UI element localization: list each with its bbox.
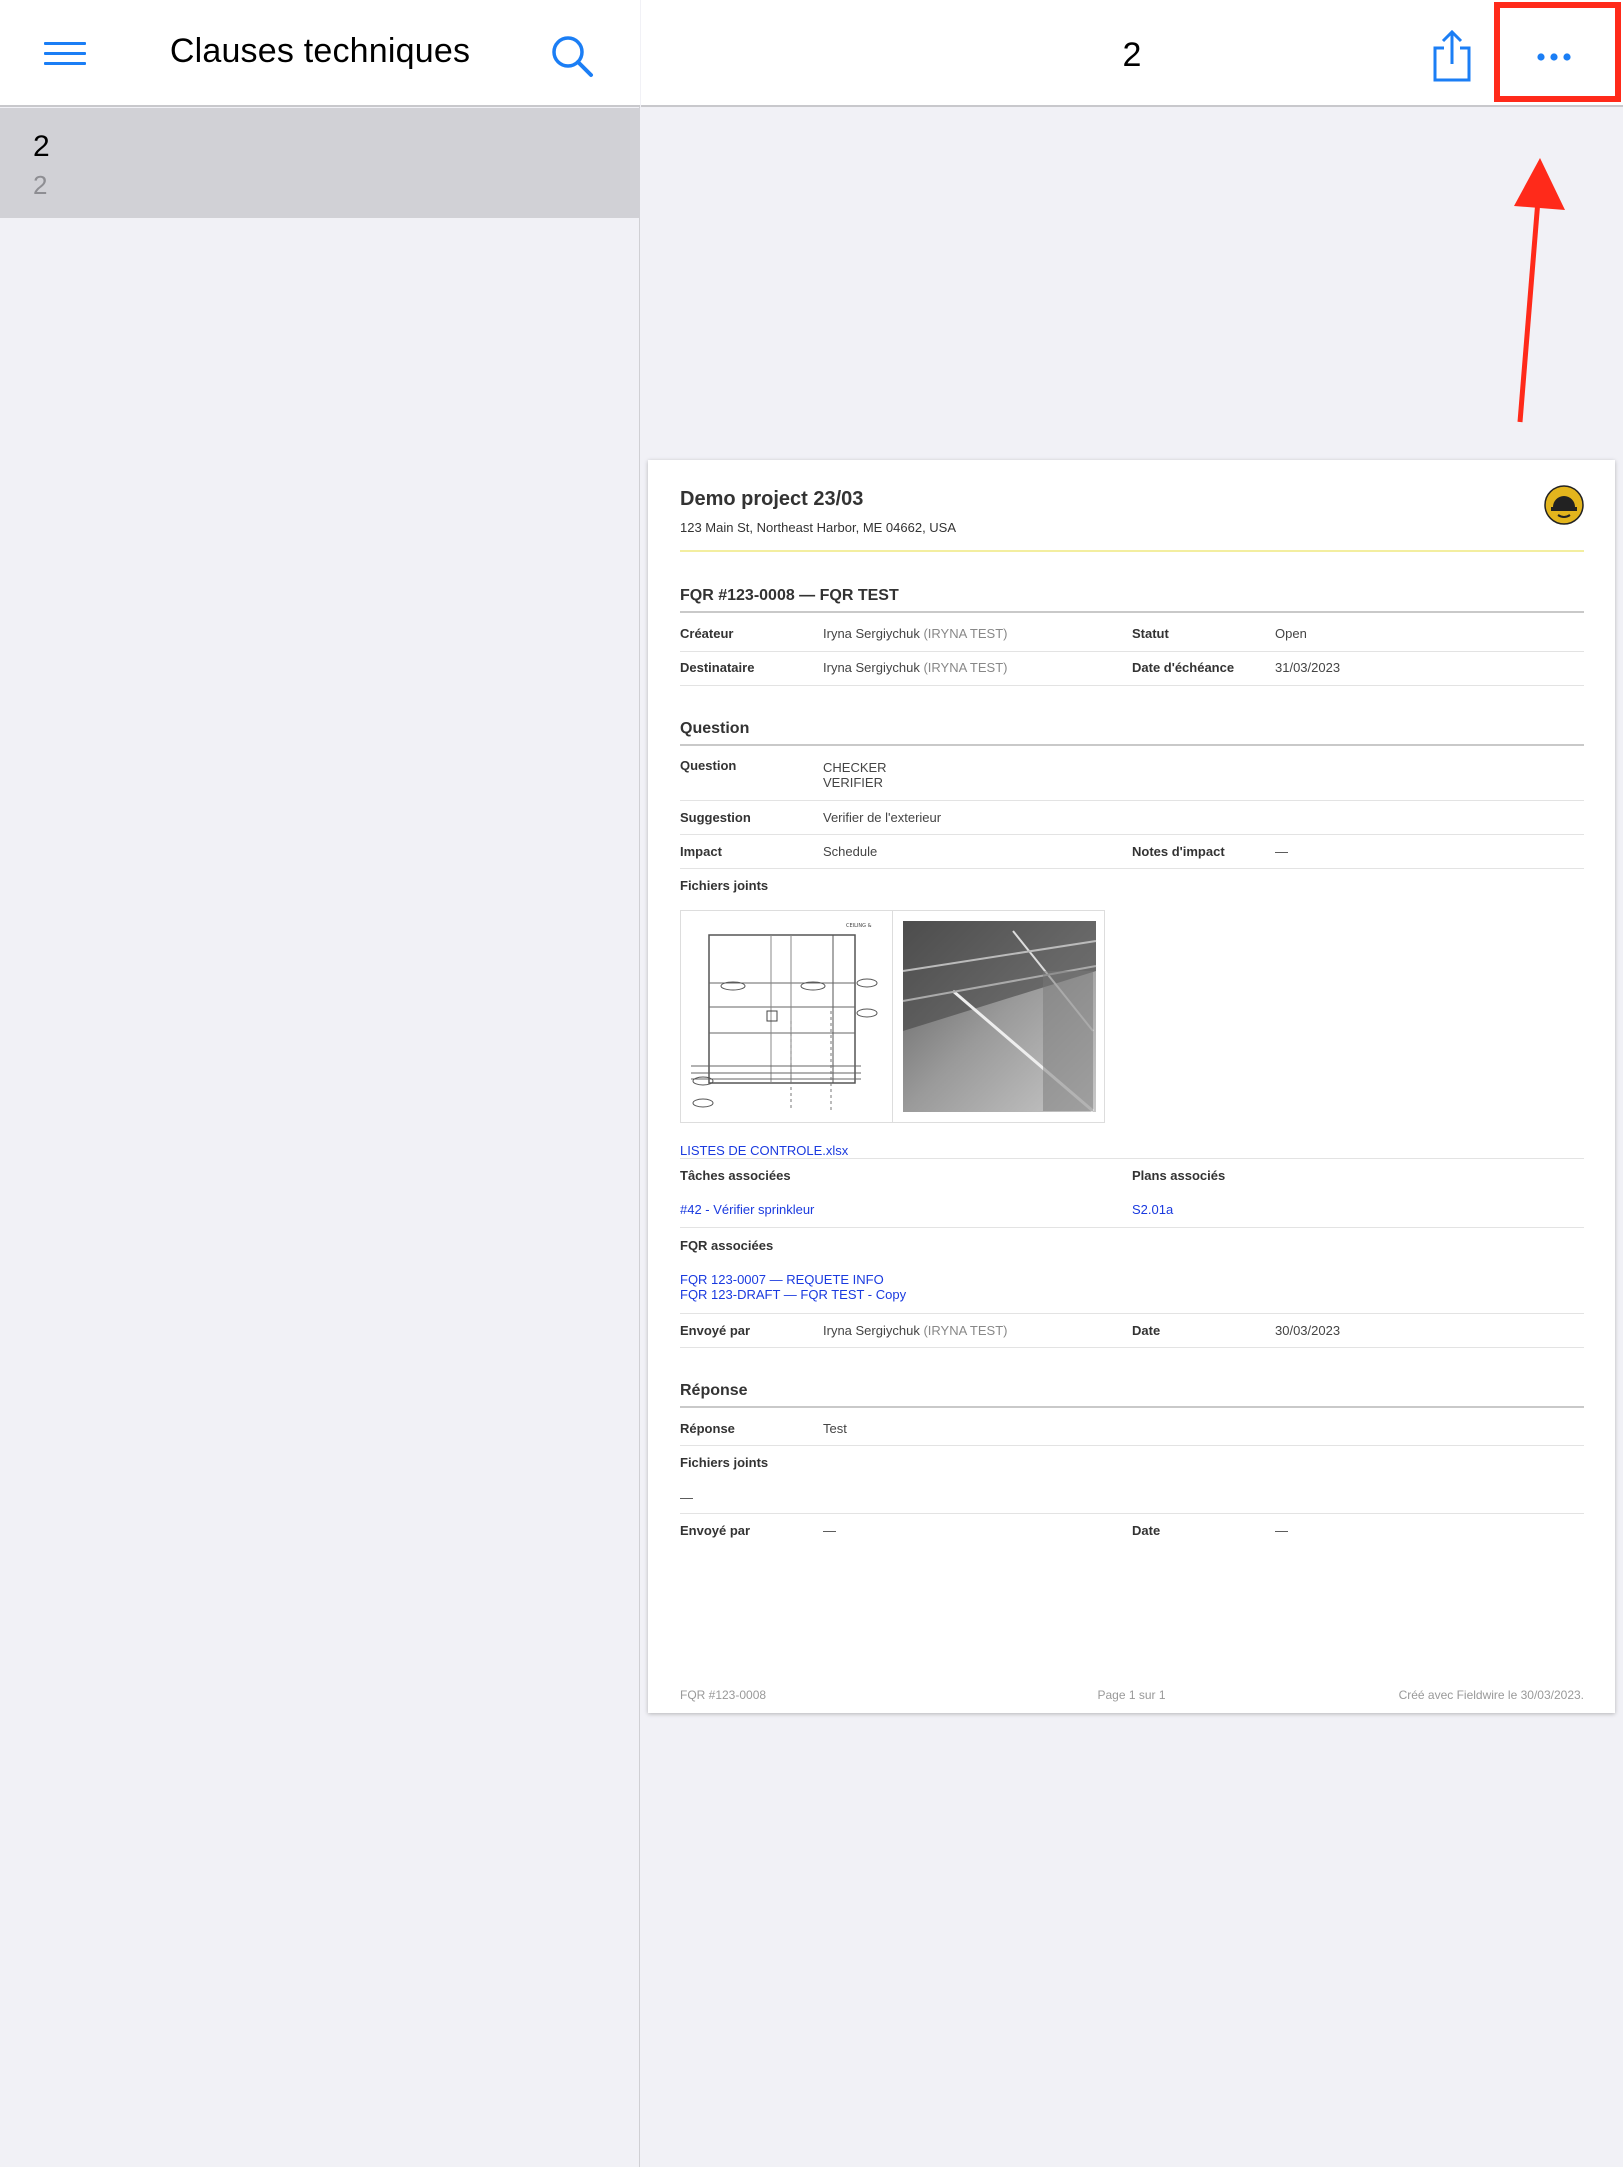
sent-by-row: Envoyé par Iryna Sergiychuk (IRYNA TEST)… xyxy=(680,1314,1584,1348)
sent-by-name: Iryna Sergiychuk xyxy=(823,1323,920,1338)
attachment-photo-thumbnail[interactable] xyxy=(892,910,1105,1123)
question-value: CHECKER VERIFIER xyxy=(823,760,887,790)
share-icon[interactable] xyxy=(1427,28,1477,84)
response-label: Réponse xyxy=(680,1421,735,1436)
suggestion-value: Verifier de l'exterieur xyxy=(823,810,942,825)
attachments-label: Fichiers joints xyxy=(680,878,769,893)
related-fqr-link[interactable]: FQR 123-DRAFT — FQR TEST - Copy xyxy=(680,1287,906,1302)
plan-link[interactable]: S2.01a xyxy=(1132,1202,1173,1217)
highlight-box xyxy=(1494,2,1621,102)
status-label: Statut xyxy=(1132,626,1169,641)
svg-text:CEILING &: CEILING & xyxy=(846,923,872,929)
task-link[interactable]: #42 - Vérifier sprinkleur xyxy=(680,1202,814,1217)
question-row: Question CHECKER VERIFIER xyxy=(680,750,1584,801)
question-label: Question xyxy=(680,758,737,773)
sidebar-title: Clauses techniques xyxy=(169,32,471,70)
fqr-title: FQR #123-0008 — FQR TEST xyxy=(680,587,1584,613)
tasks-plans-row: Tâches associées #42 - Vérifier sprinkle… xyxy=(680,1158,1584,1228)
recipient-row: Destinataire Iryna Sergiychuk (IRYNA TES… xyxy=(680,652,1584,686)
pdf-document: Demo project 23/03 123 Main St, Northeas… xyxy=(648,460,1615,1713)
related-label: FQR associées xyxy=(680,1238,774,1253)
search-icon[interactable] xyxy=(548,32,598,82)
response-attachments-row: Fichiers joints — xyxy=(680,1446,1584,1514)
sent-by-label: Envoyé par xyxy=(680,1323,751,1338)
response-value: Test xyxy=(823,1421,847,1436)
response-sent-value: — xyxy=(823,1523,836,1538)
due-label: Date d'échéance xyxy=(1132,660,1235,675)
annotation-arrow-icon xyxy=(1514,158,1565,423)
list-item[interactable]: 2 2 xyxy=(0,108,640,218)
response-attachments-label: Fichiers joints xyxy=(680,1455,769,1470)
question-line-2: VERIFIER xyxy=(823,775,883,790)
creator-row: Créateur Iryna Sergiychuk (IRYNA TEST) S… xyxy=(680,618,1584,652)
creator-org: (IRYNA TEST) xyxy=(923,626,1008,641)
related-fqr-link[interactable]: FQR 123-0007 — REQUETE INFO xyxy=(680,1272,884,1287)
tasks-label: Tâches associées xyxy=(680,1168,791,1183)
response-row: Réponse Test xyxy=(680,1412,1584,1446)
response-sent-row: Envoyé par — Date — xyxy=(680,1514,1584,1548)
attachment-file-link[interactable]: LISTES DE CONTROLE.xlsx xyxy=(680,1143,848,1158)
app-root: Clauses techniques 2 2 2 Demo project 23… xyxy=(0,0,1623,2167)
recipient-label: Destinataire xyxy=(680,660,755,675)
creator-value: Iryna Sergiychuk (IRYNA TEST) xyxy=(823,626,1008,641)
question-line-1: CHECKER xyxy=(823,760,887,775)
response-attachments-value: — xyxy=(680,1490,693,1505)
sent-by-org: (IRYNA TEST) xyxy=(923,1323,1008,1338)
main-header: 2 xyxy=(641,0,1623,107)
hamburger-menu-icon[interactable] xyxy=(44,38,90,70)
header-divider xyxy=(680,550,1584,552)
list-item-subtitle: 2 xyxy=(33,170,48,200)
response-sent-label: Envoyé par xyxy=(680,1523,751,1538)
sidebar: Clauses techniques 2 2 xyxy=(0,0,640,2167)
suggestion-label: Suggestion xyxy=(680,810,751,825)
attachment-drawing-thumbnail[interactable]: CEILING & xyxy=(680,910,893,1123)
response-date-value: — xyxy=(1275,1523,1288,1538)
creator-name: Iryna Sergiychuk xyxy=(823,626,920,641)
list-item-title: 2 xyxy=(33,130,50,163)
plans-label: Plans associés xyxy=(1132,1168,1226,1183)
recipient-org: (IRYNA TEST) xyxy=(923,660,1008,675)
project-address: 123 Main St, Northeast Harbor, ME 04662,… xyxy=(680,520,957,535)
recipient-name: Iryna Sergiychuk xyxy=(823,660,920,675)
sidebar-header: Clauses techniques xyxy=(0,0,640,107)
response-date-label: Date xyxy=(1132,1523,1161,1538)
due-value: 31/03/2023 xyxy=(1275,660,1341,675)
project-name: Demo project 23/03 xyxy=(680,488,864,510)
related-fqr-row: FQR associées FQR 123-0007 — REQUETE INF… xyxy=(680,1228,1584,1314)
sent-by-value: Iryna Sergiychuk (IRYNA TEST) xyxy=(823,1323,1008,1338)
date-value: 30/03/2023 xyxy=(1275,1323,1341,1338)
status-value: Open xyxy=(1275,626,1307,641)
company-logo-icon xyxy=(1544,485,1584,525)
suggestion-row: Suggestion Verifier de l'exterieur xyxy=(680,801,1584,835)
impact-row: Impact Schedule Notes d'impact — xyxy=(680,835,1584,869)
impact-label: Impact xyxy=(680,844,722,859)
impact-notes-label: Notes d'impact xyxy=(1132,844,1225,859)
date-label: Date xyxy=(1132,1323,1161,1338)
impact-notes-value: — xyxy=(1275,844,1288,859)
creator-label: Créateur xyxy=(680,626,734,641)
response-section-title: Réponse xyxy=(680,1382,1584,1408)
recipient-value: Iryna Sergiychuk (IRYNA TEST) xyxy=(823,660,1008,675)
question-section-title: Question xyxy=(680,720,1584,746)
impact-value: Schedule xyxy=(823,844,878,859)
footer-right: Créé avec Fieldwire le 30/03/2023. xyxy=(1398,1688,1584,1702)
